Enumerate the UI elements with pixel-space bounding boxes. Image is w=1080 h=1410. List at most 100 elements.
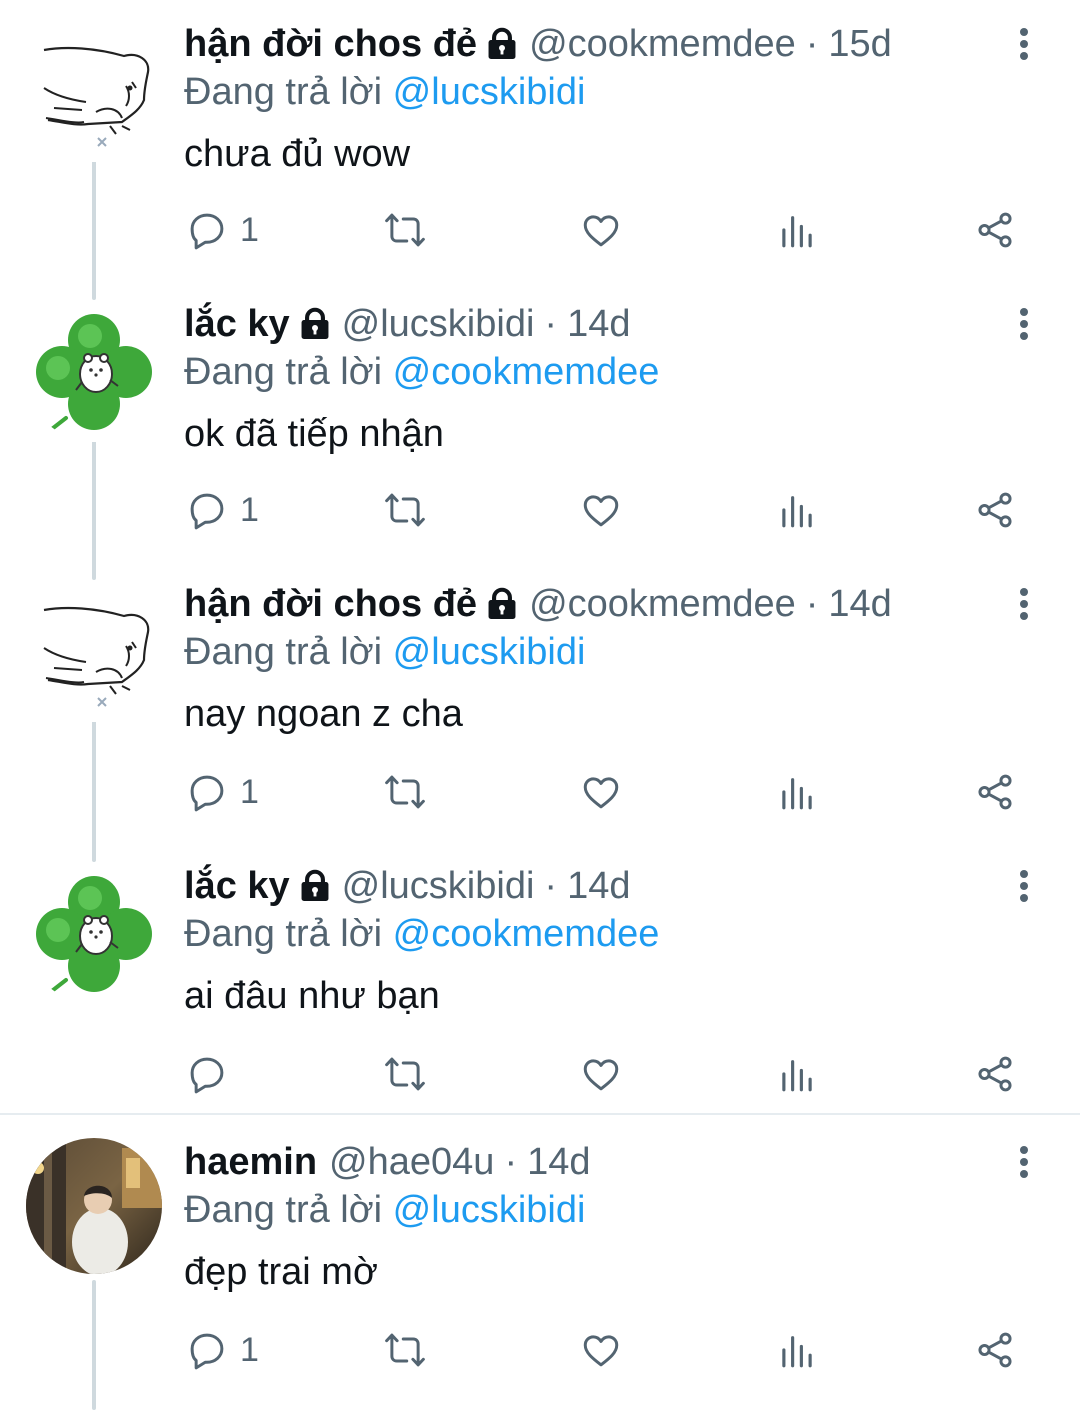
display-name[interactable]: lắc ky [184, 300, 290, 348]
analytics-button[interactable] [776, 202, 818, 258]
avatar[interactable] [26, 1138, 162, 1274]
analytics-icon [782, 496, 812, 528]
separator: · [805, 23, 819, 65]
more-options-icon[interactable] [1006, 304, 1042, 344]
tweet[interactable]: hận đời chos đẻ @cookmemdee · 14d Đang t… [0, 550, 1080, 852]
reply-icon [190, 1057, 224, 1094]
avatar[interactable] [26, 26, 162, 162]
reply-icon [190, 775, 224, 812]
avatar[interactable] [26, 868, 162, 1004]
display-name[interactable]: hận đời chos đẻ [184, 580, 477, 628]
avatar[interactable] [26, 586, 162, 722]
like-button[interactable] [580, 1046, 622, 1102]
retweet-icon [385, 493, 425, 527]
like-button[interactable] [580, 202, 622, 258]
like-button[interactable] [580, 482, 622, 538]
replying-to: Đang trả lời @lucskibidi [184, 68, 585, 116]
replying-prefix: Đang trả lời [184, 631, 383, 673]
mention-link[interactable]: @lucskibidi [393, 71, 586, 113]
tweet-text: ok đã tiếp nhận [184, 413, 444, 455]
share-button[interactable] [974, 482, 1016, 538]
timestamp[interactable]: 14d [567, 300, 630, 348]
share-button[interactable] [974, 1322, 1016, 1378]
more-options-icon[interactable] [1006, 584, 1042, 624]
reply-button[interactable] [186, 1046, 240, 1102]
timestamp[interactable]: 15d [828, 20, 891, 68]
thread-line [92, 550, 96, 580]
reply-button[interactable]: 1 [186, 202, 259, 258]
mention-link[interactable]: @cookmemdee [393, 351, 660, 393]
handle[interactable]: @hae04u [329, 1138, 494, 1186]
separator: · [805, 583, 819, 625]
mention-link[interactable]: @lucskibidi [393, 631, 586, 673]
replying-to: Đang trả lời @lucskibidi [184, 628, 585, 676]
like-button[interactable] [580, 1322, 622, 1378]
replying-to: Đang trả lời @lucskibidi [184, 1186, 585, 1234]
separator: · [544, 865, 558, 907]
retweet-button[interactable] [384, 482, 426, 538]
handle[interactable]: @cookmemdee [529, 580, 796, 628]
timestamp[interactable]: 14d [527, 1138, 590, 1186]
reply-button[interactable]: 1 [186, 482, 259, 538]
analytics-button[interactable] [776, 482, 818, 538]
reply-icon [190, 1333, 224, 1370]
reply-button[interactable]: 1 [186, 764, 259, 820]
share-button[interactable] [974, 764, 1016, 820]
reply-count: 1 [240, 210, 259, 249]
like-button[interactable] [580, 764, 622, 820]
tweet[interactable]: lắc ky @lucskibidi · 14d Đang trả lời @c… [0, 270, 1080, 570]
handle[interactable]: @lucskibidi [342, 300, 535, 348]
share-button[interactable] [974, 1046, 1016, 1102]
retweet-button[interactable] [384, 202, 426, 258]
more-options-icon[interactable] [1006, 1142, 1042, 1182]
lock-icon [296, 867, 334, 905]
share-button[interactable] [974, 202, 1016, 258]
lock-icon [296, 305, 334, 343]
more-options-icon[interactable] [1006, 24, 1042, 64]
timestamp[interactable]: 14d [567, 862, 630, 910]
analytics-icon [782, 778, 812, 810]
display-name[interactable]: haemin [184, 1138, 317, 1186]
replying-prefix: Đang trả lời [184, 71, 383, 113]
tweet[interactable]: lắc ky @lucskibidi · 14d Đang trả lời @c… [0, 832, 1080, 1114]
tweet[interactable]: haemin @hae04u · 14d Đang trả lời @lucsk… [0, 1116, 1080, 1410]
tweet[interactable]: hận đời chos đẻ @cookmemdee · 15d Đang t… [0, 0, 1080, 290]
analytics-button[interactable] [776, 1046, 818, 1102]
replying-prefix: Đang trả lời [184, 913, 383, 955]
more-options-icon[interactable] [1006, 866, 1042, 906]
display-name[interactable]: lắc ky [184, 862, 290, 910]
retweet-button[interactable] [384, 1322, 426, 1378]
tweet-text: nay ngoan z cha [184, 693, 463, 735]
action-bar: 1 [0, 482, 1080, 538]
mention-link[interactable]: @lucskibidi [393, 1189, 586, 1231]
retweet-button[interactable] [384, 764, 426, 820]
reply-button[interactable]: 1 [186, 1322, 259, 1378]
separator: · [504, 1141, 518, 1183]
separator: · [544, 303, 558, 345]
replying-prefix: Đang trả lời [184, 1189, 383, 1231]
share-icon [978, 1056, 1012, 1092]
handle[interactable]: @lucskibidi [342, 862, 535, 910]
reply-count: 1 [240, 772, 259, 811]
reply-count: 1 [240, 1330, 259, 1369]
avatar[interactable] [26, 306, 162, 442]
retweet-icon [385, 775, 425, 809]
reply-count: 1 [240, 490, 259, 529]
replying-to: Đang trả lời @cookmemdee [184, 348, 659, 396]
retweet-button[interactable] [384, 1046, 426, 1102]
analytics-button[interactable] [776, 1322, 818, 1378]
mention-link[interactable]: @cookmemdee [393, 913, 660, 955]
retweet-icon [385, 1057, 425, 1091]
display-name[interactable]: hận đời chos đẻ [184, 20, 477, 68]
heart-icon [583, 777, 619, 809]
analytics-button[interactable] [776, 764, 818, 820]
action-bar [0, 1046, 1080, 1102]
tweet-text: chưa đủ wow [184, 133, 411, 175]
heart-icon [583, 1059, 619, 1091]
timestamp[interactable]: 14d [828, 580, 891, 628]
handle[interactable]: @cookmemdee [529, 20, 796, 68]
share-icon [978, 212, 1012, 248]
action-bar: 1 [0, 1322, 1080, 1378]
reply-icon [190, 493, 224, 530]
analytics-icon [782, 1336, 812, 1368]
